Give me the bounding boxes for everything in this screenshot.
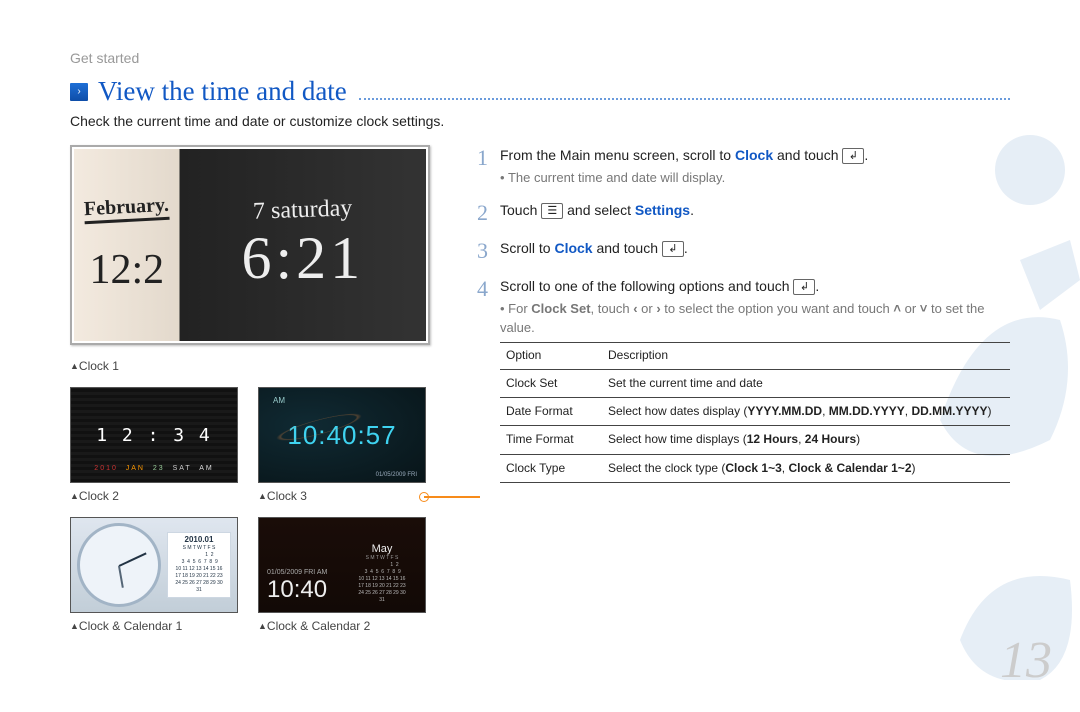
caption-cal2: Clock & Calendar 2 [258,619,426,633]
clock2-time: 1 2 : 3 4 [96,425,212,446]
intro-text: Check the current time and date or custo… [70,113,1010,129]
title-chevron-icon: › [70,83,88,101]
step-number: 1 [470,145,488,171]
step-number: 4 [470,276,488,302]
enter-icon: ↲ [793,279,815,295]
hero-time-dark: 12:2 [89,246,164,294]
step4-sub: For Clock Set, touch ‹ or › to select th… [500,300,1010,338]
table-row: Clock Set Set the current time and date [500,369,1010,397]
table-row: Date Format Select how dates display (YY… [500,397,1010,425]
title-row: › View the time and date [70,76,1010,107]
instruction-steps: 1 From the Main menu screen, scroll to C… [470,145,1010,483]
th-description: Description [602,343,1010,369]
hero-month: February. [84,194,170,224]
dot-leader [359,98,1010,100]
cal2-sub: 01/05/2009 FRI AM [267,569,333,576]
link-clock: Clock [735,147,773,163]
analog-clock-icon [77,523,161,607]
thumb-clock2: 1 2 : 3 4 2010 JAN 23 SAT AM [70,387,238,483]
thumb-cal1: 2010.01 S M T W T F S 1 2 3 4 5 6 7 8 9 … [70,517,238,613]
caption-cal1: Clock & Calendar 1 [70,619,238,633]
hero-day: 7 saturday [253,195,353,225]
table-row: Clock Type Select the clock type (Clock … [500,454,1010,482]
link-clock: Clock [554,240,592,256]
mini-calendar-1: 2010.01 S M T W T F S 1 2 3 4 5 6 7 8 9 … [167,532,231,598]
caption-clock1: Clock 1 [70,359,430,373]
step1-sub: The current time and date will display. [500,169,1010,188]
callout-line [424,496,480,498]
clock2-subtext: 2010 JAN 23 SAT AM [94,465,213,472]
page-number: 13 [1000,631,1052,690]
breadcrumb: Get started [70,50,1010,66]
hero-image: February. 12:2 7 saturday 6:21 [70,145,430,345]
thumb-cal2: 01/05/2009 FRI AM 10:40 May S M T W T F … [258,517,426,613]
hero-time-white: 6:21 [241,224,364,293]
caption-clock3: Clock 3 [258,489,426,503]
menu-icon: ☰ [541,203,563,219]
th-option: Option [500,343,602,369]
page-title: View the time and date [98,76,347,107]
options-table: Option Description Clock Set Set the cur… [500,342,1010,483]
step-number: 3 [470,238,488,264]
table-row: Time Format Select how time displays (12… [500,426,1010,454]
clock3-date: 01/05/2009 FRI [376,472,417,478]
step-number: 2 [470,200,488,226]
enter-icon: ↲ [662,241,684,257]
link-settings: Settings [635,202,690,218]
thumb-clock3: AM 10:40:57 01/05/2009 FRI [258,387,426,483]
clock3-am: AM [273,396,285,405]
caption-clock2: Clock 2 [70,489,238,503]
enter-icon: ↲ [842,148,864,164]
mini-calendar-2: May S M T W T F S 1 2 3 4 5 6 7 8 9 10 1… [347,546,417,604]
cal2-time: 10:40 [267,576,333,604]
up-icon: ˄ [893,301,901,316]
